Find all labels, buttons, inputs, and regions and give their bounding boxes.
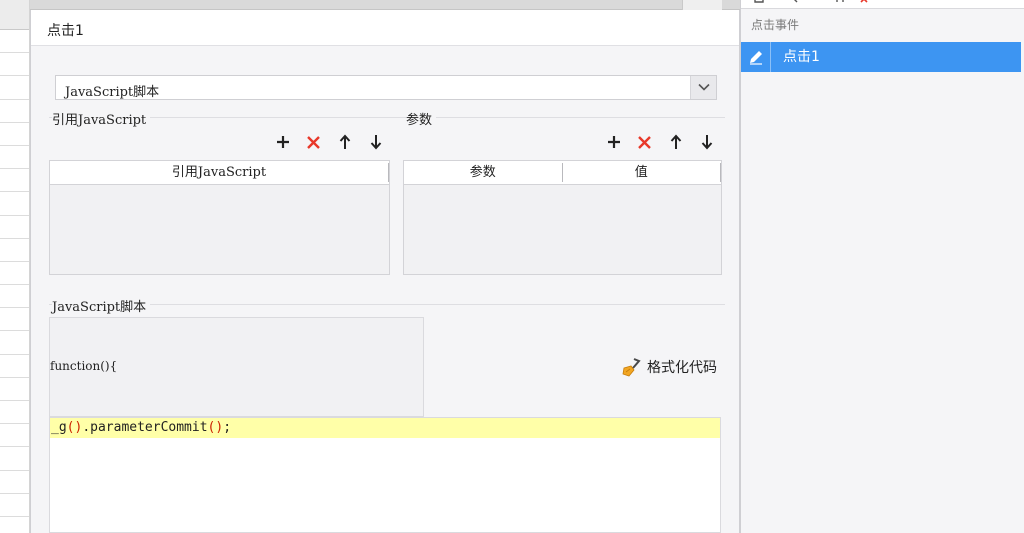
spreadsheet-row bbox=[0, 146, 29, 170]
format-code-button[interactable]: 格式化代码 bbox=[621, 356, 717, 378]
dialog-title-bar: 点击1 bbox=[31, 10, 739, 46]
spreadsheet-row bbox=[0, 239, 29, 262]
function-header-box: function(){ bbox=[49, 317, 424, 417]
spreadsheet-row bbox=[0, 471, 29, 494]
top-tab[interactable] bbox=[682, 0, 722, 10]
event-item-label: 点击1 bbox=[783, 49, 820, 65]
spreadsheet-row bbox=[0, 285, 29, 309]
code-paren: () bbox=[207, 420, 224, 435]
param-table-header: 参数 值 bbox=[404, 161, 721, 185]
arrow-down-icon bbox=[701, 135, 712, 150]
spreadsheet-row bbox=[0, 123, 29, 146]
delete-icon bbox=[638, 135, 651, 149]
spreadsheet-row bbox=[0, 308, 29, 332]
param-add-button[interactable] bbox=[602, 131, 625, 153]
spreadsheet-row bbox=[0, 100, 29, 123]
spreadsheet-row bbox=[0, 494, 29, 517]
toolbar-fragment-icon bbox=[754, 0, 868, 3]
column-header-ref-js[interactable]: 引用JavaScript bbox=[50, 163, 389, 182]
spreadsheet-row bbox=[0, 216, 29, 239]
code-paren: () bbox=[66, 420, 83, 435]
param-move-down-button[interactable] bbox=[695, 131, 718, 153]
ref-js-table: 引用JavaScript bbox=[49, 160, 390, 275]
arrow-up-icon bbox=[670, 134, 681, 149]
spreadsheet-row bbox=[0, 331, 29, 355]
param-section-divider bbox=[403, 117, 725, 118]
spreadsheet-row bbox=[0, 192, 29, 216]
ref-js-table-header: 引用JavaScript bbox=[50, 161, 389, 185]
arrow-down-icon bbox=[370, 135, 381, 150]
spreadsheet-row bbox=[0, 401, 29, 425]
top-toolbar-strip bbox=[30, 0, 740, 10]
param-delete-button[interactable] bbox=[633, 131, 656, 153]
param-section-label: 参数 bbox=[406, 109, 437, 128]
ref-toolbar bbox=[271, 131, 387, 153]
code-line-1[interactable]: _g().parameterCommit(); bbox=[50, 418, 720, 438]
ref-delete-button[interactable] bbox=[302, 131, 325, 153]
dialog-title: 点击1 bbox=[47, 23, 84, 39]
event-list-panel: 点击事件 点击1 bbox=[740, 0, 1024, 533]
select-dropdown-button[interactable] bbox=[690, 76, 716, 99]
plus-icon bbox=[607, 136, 620, 148]
spreadsheet-row bbox=[0, 378, 29, 401]
param-toolbar bbox=[602, 131, 718, 153]
broom-icon bbox=[622, 358, 641, 377]
spreadsheet-background bbox=[0, 0, 30, 533]
right-panel-top-strip bbox=[741, 0, 1024, 9]
event-list-label: 点击事件 bbox=[751, 18, 800, 32]
code-prefix: _g bbox=[51, 420, 67, 435]
code-end: ; bbox=[223, 420, 232, 435]
code-editor[interactable]: _g().parameterCommit(); bbox=[49, 417, 721, 533]
event-type-value: JavaScript脚本 bbox=[65, 85, 160, 100]
plus-icon bbox=[276, 136, 289, 148]
spreadsheet-row bbox=[0, 447, 29, 471]
script-section-label: JavaScript脚本 bbox=[52, 296, 151, 315]
format-code-label: 格式化代码 bbox=[647, 360, 717, 376]
function-header: function(){ bbox=[50, 359, 118, 373]
param-move-up-button[interactable] bbox=[664, 131, 687, 153]
spreadsheet-row bbox=[0, 424, 29, 448]
ref-move-down-button[interactable] bbox=[364, 131, 387, 153]
param-table: 参数 值 bbox=[403, 160, 722, 275]
spreadsheet-header bbox=[0, 0, 29, 30]
column-header-value[interactable]: 值 bbox=[563, 163, 721, 182]
spreadsheet-row bbox=[0, 355, 29, 378]
spreadsheet-row bbox=[0, 262, 29, 286]
column-header-param[interactable]: 参数 bbox=[404, 163, 563, 182]
edit-event-button[interactable] bbox=[741, 42, 771, 72]
event-type-select[interactable]: JavaScript脚本 bbox=[55, 75, 717, 100]
arrow-up-icon bbox=[339, 134, 350, 149]
code-call: .parameterCommit bbox=[82, 420, 208, 435]
ref-add-button[interactable] bbox=[271, 131, 294, 153]
spreadsheet-row bbox=[0, 53, 29, 77]
script-section-divider bbox=[49, 304, 725, 305]
edit-icon bbox=[749, 51, 762, 65]
chevron-down-icon bbox=[698, 83, 710, 91]
delete-icon bbox=[307, 135, 320, 149]
event-item-click1[interactable]: 点击1 bbox=[741, 42, 1021, 72]
event-editor-dialog: 点击1 JavaScript脚本 引用JavaScript 引用JavaScri… bbox=[30, 10, 740, 533]
ref-move-up-button[interactable] bbox=[333, 131, 356, 153]
ref-section-label: 引用JavaScript bbox=[52, 109, 151, 128]
spreadsheet-row bbox=[0, 76, 29, 100]
spreadsheet-row bbox=[0, 169, 29, 193]
spreadsheet-row bbox=[0, 30, 29, 54]
